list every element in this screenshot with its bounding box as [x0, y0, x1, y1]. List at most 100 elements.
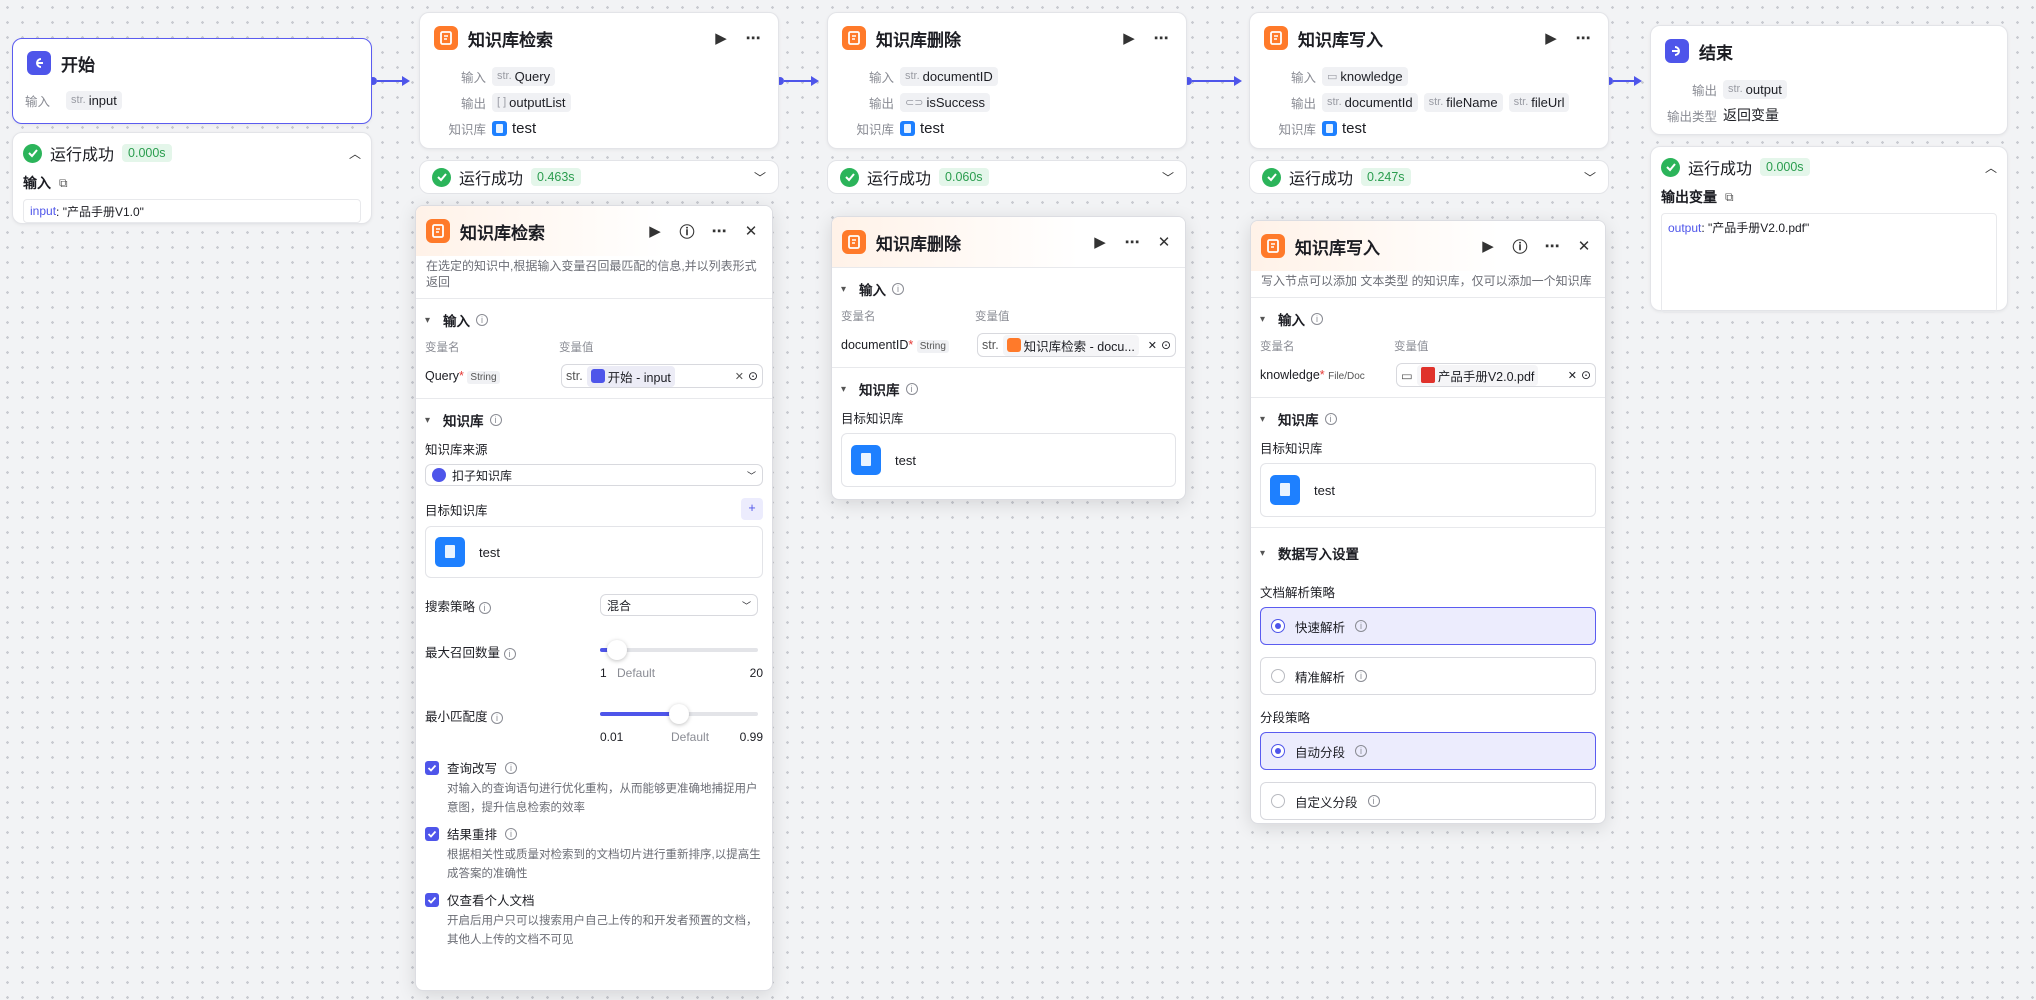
caret-icon[interactable]: ▾ — [841, 384, 853, 395]
close-icon[interactable]: ✕ — [1573, 237, 1595, 255]
io-label: 输出变量 — [1661, 189, 1717, 205]
input-label: 输入 — [460, 70, 486, 85]
strategy-select[interactable]: 混合 ﹀ — [600, 594, 758, 616]
help-icon[interactable]: ⓘ — [676, 221, 698, 242]
caret-icon[interactable]: ▾ — [841, 284, 853, 295]
target-label: 目标知识库 — [841, 412, 904, 426]
play-icon[interactable]: ▶ — [1118, 29, 1140, 47]
checkbox-desc: 对输入的查询语句进行优化重构，从而能够更准确地捕捉用户意图，提升信息检索的效率 — [447, 783, 758, 814]
close-icon[interactable]: ✕ — [740, 222, 762, 240]
more-icon[interactable]: ⋯ — [1150, 29, 1172, 47]
input-label: 输入 — [25, 94, 51, 109]
var-value-field[interactable]: ▭ 产品手册V2.0.pdf ✕ ⊙ — [1396, 363, 1596, 387]
segment-label: 分段策略 — [1260, 711, 1311, 725]
play-icon[interactable]: ▶ — [1540, 29, 1562, 47]
end-result-card: 运行成功 0.000s ︿ 输出变量 ⧉ output: "产品手册V2.0.p… — [1650, 146, 2008, 313]
play-icon[interactable]: ▶ — [710, 29, 732, 47]
info-icon: i — [476, 314, 488, 326]
checkbox-label: 结果重排 — [447, 828, 498, 842]
clear-icon[interactable]: ✕ — [1148, 339, 1157, 352]
clear-icon[interactable]: ✕ — [1568, 369, 1577, 382]
run-time: 0.000s — [1760, 158, 1810, 176]
folder-icon: ▭ — [1401, 368, 1413, 383]
col-header: 变量名 — [425, 342, 460, 354]
var-value-field[interactable]: str. 知识库检索 - docu... ✕ ⊙ — [977, 333, 1176, 357]
start-node[interactable]: 开始 输入 str. input — [12, 38, 372, 124]
close-icon[interactable]: ✕ — [1153, 233, 1175, 251]
run-time: 0.247s — [1361, 168, 1411, 186]
delete-node[interactable]: 知识库删除 ▶ ⋯ 输入 str. documentID 输出 ⊂⊃ isSuccess… — [827, 12, 1187, 149]
chevron-down-icon[interactable]: ﹀ — [754, 169, 766, 186]
target-icon[interactable]: ⊙ — [1581, 368, 1591, 382]
parse-fast-option[interactable]: 快速解析 i — [1260, 607, 1596, 645]
node-title: 开始 — [61, 55, 95, 75]
output-label: 输出 — [1290, 96, 1316, 111]
rewrite-checkbox[interactable] — [425, 760, 439, 775]
col-header: 变量名 — [841, 311, 876, 323]
slider-default: Default — [617, 666, 656, 680]
write-config-panel: 知识库写入 ▶ ⓘ ⋯ ✕ 写入节点可以添加 文本类型 的知识库，仅可以添加一个… — [1250, 220, 1606, 824]
slider-max: 20 — [749, 666, 763, 680]
min-match-slider[interactable] — [600, 704, 758, 724]
search-node[interactable]: 知识库检索 ▶ ⋯ 输入 str. Query 输出 [ ] outputList 知识… — [419, 12, 779, 149]
target-icon[interactable]: ⊙ — [1161, 338, 1171, 352]
input-tag: str. Query — [492, 66, 556, 86]
knowledge-icon — [842, 230, 866, 254]
play-icon[interactable]: ▶ — [1089, 233, 1111, 251]
doc-icon — [1270, 475, 1300, 505]
search-status-bar[interactable]: 运行成功 0.463s ﹀ — [419, 160, 779, 194]
caret-icon[interactable]: ▾ — [1260, 548, 1272, 559]
section-title: 知识库 — [1278, 413, 1319, 428]
target-icon[interactable]: ⊙ — [748, 369, 758, 383]
clear-icon[interactable]: ✕ — [735, 370, 744, 383]
max-recall-slider[interactable] — [600, 640, 758, 660]
write-status-bar[interactable]: 运行成功 0.247s ﹀ — [1249, 160, 1609, 194]
write-node[interactable]: 知识库写入 ▶ ⋯ 输入 ▭ knowledge 输出 str. documentId… — [1249, 12, 1609, 149]
chevron-down-icon[interactable]: ﹀ — [1584, 169, 1596, 186]
more-icon[interactable]: ⋯ — [742, 29, 764, 47]
help-icon[interactable]: ⓘ — [1509, 236, 1531, 257]
io-value: input: "产品手册V1.0" — [23, 199, 361, 223]
more-icon[interactable]: ⋯ — [708, 222, 730, 240]
delete-status-bar[interactable]: 运行成功 0.060s ﹀ — [827, 160, 1187, 194]
more-icon[interactable]: ⋯ — [1541, 237, 1563, 255]
more-icon[interactable]: ⋯ — [1121, 233, 1143, 251]
more-icon[interactable]: ⋯ — [1572, 29, 1594, 47]
parse-precise-option[interactable]: 精准解析 i — [1260, 657, 1596, 695]
info-icon: i — [489, 414, 502, 426]
chevron-up-icon[interactable]: ︿ — [1985, 159, 1997, 176]
caret-icon[interactable]: ▾ — [425, 415, 437, 426]
section-title: 输入 — [1278, 313, 1305, 328]
add-icon[interactable]: + — [741, 498, 763, 520]
run-time: 0.463s — [531, 168, 581, 186]
section-title: 知识库 — [443, 414, 484, 429]
slider-default: Default — [671, 730, 710, 744]
end-node[interactable]: 结束 输出 str. output 输出类型 返回变量 — [1650, 25, 2008, 135]
node-title: 知识库删除 — [876, 30, 961, 50]
target-kb-card[interactable]: test — [1260, 463, 1596, 517]
caret-icon[interactable]: ▾ — [1260, 314, 1272, 325]
checkbox-label: 仅查看个人文档 — [447, 894, 535, 908]
rerank-checkbox[interactable] — [425, 826, 439, 841]
input-label: 输入 — [868, 70, 894, 85]
copy-icon[interactable]: ⧉ — [1725, 190, 1734, 205]
checkbox-desc: 开启后用户只可以搜索用户自己上传的和开发者预置的文档，其他人上传的文档不可见 — [447, 915, 758, 946]
delete-config-panel: 知识库删除 ▶ ⋯ ✕ ▾ 输入 i 变量名 变量值 documentID* Stri… — [831, 216, 1186, 500]
var-value-field[interactable]: str. 开始 - input ✕ ⊙ — [561, 364, 763, 388]
toggle-icon: ⊂⊃ — [905, 96, 924, 109]
caret-icon[interactable]: ▾ — [425, 315, 437, 326]
output-tag: str. documentId — [1322, 92, 1418, 112]
source-select[interactable]: 扣子知识库 ﹀ — [425, 464, 763, 486]
personal-docs-checkbox[interactable] — [425, 892, 439, 907]
caret-icon[interactable]: ▾ — [1260, 414, 1272, 425]
chevron-up-icon[interactable]: ︿ — [349, 145, 361, 162]
play-icon[interactable]: ▶ — [644, 222, 666, 240]
segment-custom-option[interactable]: 自定义分段 i — [1260, 782, 1596, 820]
chevron-down-icon[interactable]: ﹀ — [1162, 169, 1174, 186]
target-kb-card[interactable]: test — [841, 433, 1176, 487]
play-icon[interactable]: ▶ — [1477, 237, 1499, 255]
copy-icon[interactable]: ⧉ — [59, 176, 68, 191]
target-kb-card[interactable]: test — [425, 526, 763, 578]
segment-auto-option[interactable]: 自动分段 i — [1260, 732, 1596, 770]
target-label: 目标知识库 — [1260, 442, 1323, 456]
